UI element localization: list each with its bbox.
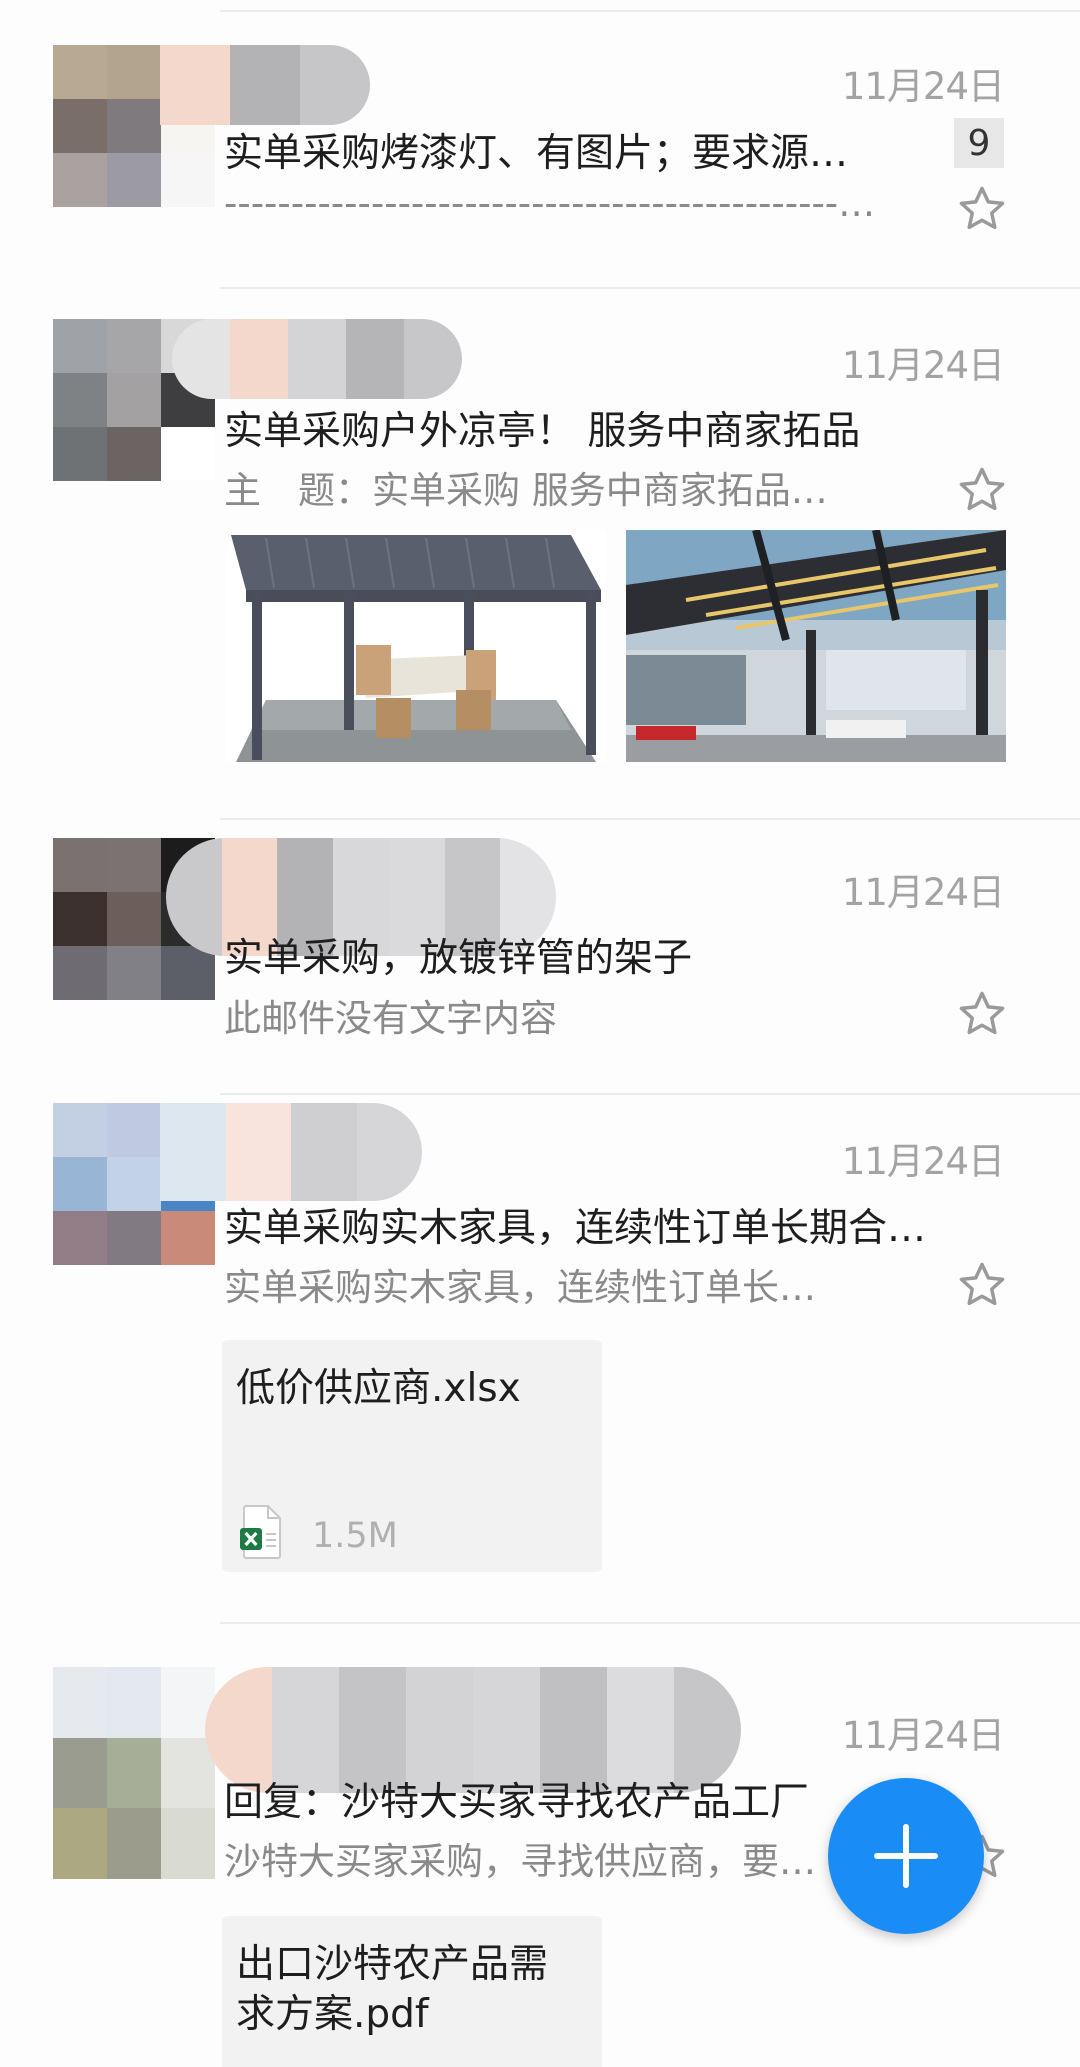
star-icon[interactable] [956, 183, 1008, 235]
compose-button[interactable] [828, 1778, 984, 1934]
email-item[interactable]: 11月24日 实单采购实木家具，连续性订单长期合… 实单采购实木家具，连续性订单… [0, 1095, 1080, 1615]
email-preview: ----------------------------------------… [224, 182, 876, 225]
star-icon[interactable] [956, 464, 1008, 516]
pergola-outdoor-image[interactable] [626, 530, 1006, 762]
email-date: 11月24日 [841, 344, 1005, 387]
attachment-card[interactable]: 出口沙特农产品需求方案.pdf [222, 1916, 602, 2067]
email-subject: 实单采购烤漆灯、有图片；要求源… [224, 131, 849, 176]
email-item[interactable]: 11月24日 实单采购，放镀锌管的架子 此邮件没有文字内容 [0, 820, 1080, 1090]
email-date: 11月24日 [841, 1714, 1005, 1757]
divider [220, 1622, 1080, 1624]
sender-name-redacted [172, 319, 462, 399]
email-preview: 主 题：实单采购 服务中商家拓品… [224, 469, 828, 512]
attachment-name: 出口沙特农产品需求方案.pdf [236, 1942, 549, 2037]
thread-count-badge: 9 [954, 118, 1004, 168]
attachment-name: 低价供应商.xlsx [236, 1366, 521, 1411]
email-item[interactable]: 11月24日 实单采购烤漆灯、有图片；要求源… 9 --------------… [0, 0, 1080, 280]
email-preview: 实单采购实木家具，连续性订单长… [224, 1266, 816, 1309]
email-preview: 沙特大买家采购，寻找供应商，要求… [224, 1840, 834, 1883]
email-subject: 实单采购，放镀锌管的架子 [224, 936, 693, 981]
star-icon[interactable] [956, 1259, 1008, 1311]
attachment-size: 1.5M [312, 1516, 398, 1556]
sender-name-redacted [160, 1103, 422, 1201]
plus-icon [874, 1824, 938, 1888]
email-date: 11月24日 [841, 65, 1005, 108]
email-date: 11月24日 [841, 1140, 1005, 1183]
pergola-product-image[interactable] [226, 530, 606, 762]
email-preview: 此邮件没有文字内容 [224, 997, 557, 1040]
attachment-card[interactable]: 低价供应商.xlsx 1.5M [222, 1340, 602, 1572]
email-item[interactable]: 11月24日 实单采购户外凉亭！ 服务中商家拓品 主 题：实单采购 服务中商家拓… [0, 290, 1080, 830]
sender-name-redacted [160, 45, 370, 125]
email-subject: 实单采购户外凉亭！ 服务中商家拓品 [224, 409, 861, 454]
avatar [53, 1667, 215, 1879]
excel-file-icon [240, 1505, 281, 1559]
divider [220, 287, 1080, 289]
email-subject: 实单采购实木家具，连续性订单长期合… [224, 1206, 927, 1251]
email-date: 11月24日 [841, 871, 1005, 914]
star-icon[interactable] [956, 988, 1008, 1040]
